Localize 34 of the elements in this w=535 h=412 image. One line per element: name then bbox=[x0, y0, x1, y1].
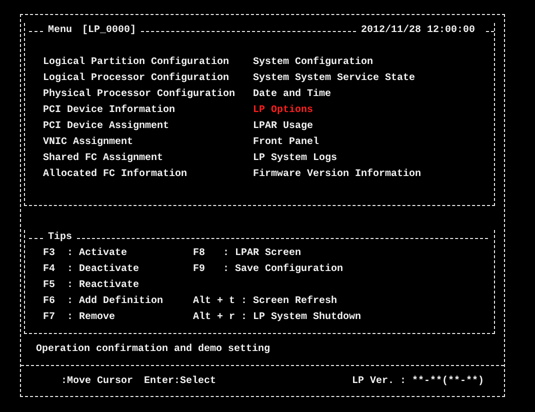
menu-item[interactable]: Logical Partition Configuration bbox=[43, 55, 253, 71]
version-value: **-**(**-**) bbox=[412, 374, 484, 389]
menu-item[interactable]: System System Service State bbox=[253, 71, 494, 87]
menu-item[interactable]: Firmware Version Information bbox=[253, 167, 494, 183]
key-hint: :Move Cursor bbox=[61, 375, 134, 389]
menu-item[interactable]: Logical Processor Configuration bbox=[43, 71, 253, 87]
shortcut-hint: Alt + r : LP System Shutdown bbox=[193, 310, 362, 325]
shortcut-hint: F4 : Deactivate bbox=[43, 262, 140, 277]
menu-item[interactable]: LPAR Usage bbox=[253, 119, 494, 135]
partition-id: [LP_0000] bbox=[81, 24, 138, 38]
menu-item[interactable]: Physical Processor Configuration bbox=[43, 87, 253, 103]
menu-item[interactable]: PCI Device Assignment bbox=[43, 119, 253, 135]
menu-item[interactable]: PCI Device Information bbox=[43, 103, 253, 119]
shortcut-hint: F6 : Add Definition bbox=[43, 294, 164, 309]
menu-item[interactable]: Date and Time bbox=[253, 87, 494, 103]
shortcut-hint: Alt + t : Screen Refresh bbox=[193, 294, 338, 309]
shortcut-hint: F3 : Activate bbox=[43, 246, 128, 261]
key-hint: Enter:Select bbox=[144, 374, 216, 389]
shortcut-hint: F8 : LPAR Screen bbox=[193, 247, 302, 261]
menu-item[interactable]: VNIC Assignment bbox=[43, 135, 253, 151]
shortcut-hint: F9 : Save Configuration bbox=[193, 262, 344, 277]
date-time: 2012/11/28 12:00:00 bbox=[360, 24, 476, 38]
panel-title: Tips bbox=[47, 230, 74, 245]
menu-item[interactable]: Shared FC Assignment bbox=[43, 151, 253, 167]
status-message: Operation confirmation and demo setting bbox=[36, 342, 272, 357]
version-label: LP Ver. : bbox=[352, 375, 406, 389]
menu-item[interactable]: System Configuration bbox=[253, 55, 494, 71]
menu-item[interactable]: Front Panel bbox=[253, 135, 494, 151]
menu-item[interactable]: Allocated FC Information bbox=[43, 167, 253, 183]
shortcut-hint: F5 : Reactivate bbox=[43, 278, 140, 293]
menu-item[interactable]: LP System Logs bbox=[253, 151, 494, 167]
panel-title: Menu bbox=[47, 24, 74, 38]
menu-item[interactable]: LP Options bbox=[253, 103, 494, 119]
shortcut-hint: F7 : Remove bbox=[43, 311, 116, 325]
